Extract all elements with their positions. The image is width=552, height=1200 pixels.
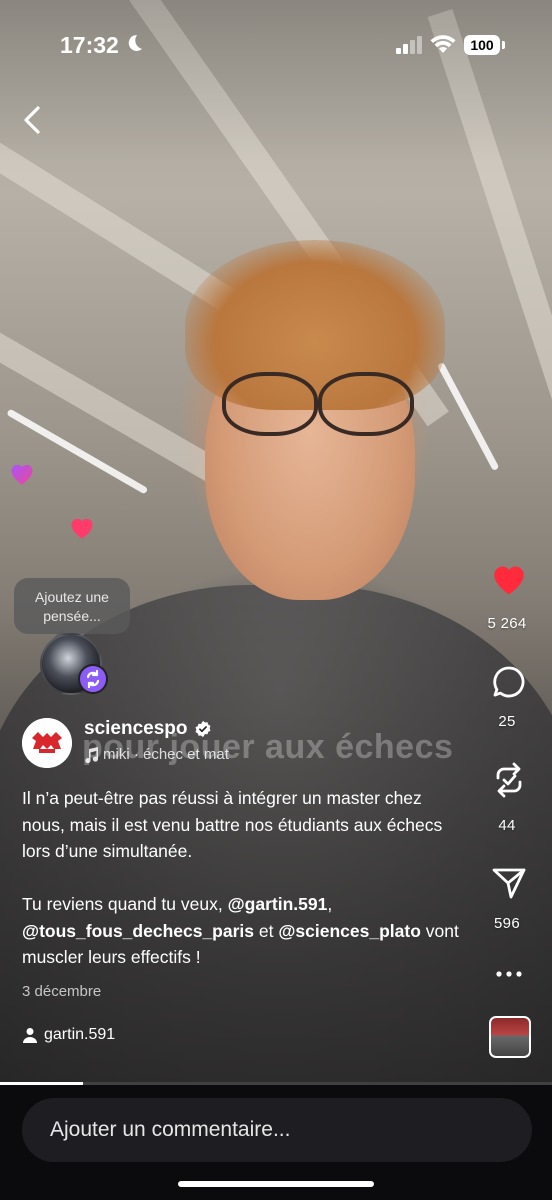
more-icon — [496, 971, 522, 977]
verified-badge-icon — [195, 720, 211, 738]
sciencespo-logo — [22, 718, 72, 768]
account-name[interactable]: sciencespo — [84, 718, 188, 740]
repost-button[interactable]: 44 — [462, 760, 552, 834]
share-button[interactable]: 596 — [462, 866, 552, 932]
repost-icon — [496, 762, 522, 798]
comment-count: 25 — [498, 713, 516, 730]
remix-badge[interactable] — [78, 664, 108, 694]
like-count: 5 264 — [487, 615, 527, 632]
mention-link[interactable]: @tous_fous_dechecs_paris — [22, 921, 254, 941]
caption-paragraph-2: Tu reviens quand tu veux, @gartin.591, @… — [22, 891, 462, 971]
like-button[interactable]: 5 264 — [462, 560, 552, 632]
thought-bubble[interactable]: Ajoutez une pensée... — [14, 578, 130, 634]
status-time: 17:32 — [60, 32, 119, 58]
account-avatar[interactable] — [22, 718, 72, 768]
thought-text-line2: pensée... — [43, 608, 101, 624]
heart-icon — [494, 566, 524, 595]
wifi-icon — [430, 34, 456, 54]
post-date: 3 décembre — [22, 983, 102, 1000]
caption-paragraph-1: Il n’a peut-être pas réussi à intégrer u… — [22, 788, 443, 861]
thought-text-line1: Ajoutez une — [35, 589, 109, 605]
caption-text: , — [327, 894, 333, 914]
cellular-signal-icon — [396, 36, 424, 54]
post-caption: Il n’a peut-être pas réussi à intégrer u… — [22, 785, 462, 997]
more-button[interactable] — [462, 964, 552, 989]
caption-text: et — [254, 920, 279, 941]
tagged-people[interactable]: gartin.591 — [22, 1026, 115, 1044]
back-button[interactable] — [18, 102, 48, 138]
comment-input[interactable] — [22, 1098, 532, 1162]
music-note-icon — [85, 746, 98, 763]
status-bar: 17:32 100 — [0, 0, 552, 90]
home-indicator — [178, 1181, 374, 1187]
chevron-left-icon — [24, 106, 40, 134]
battery-indicator: 100 — [464, 35, 500, 55]
battery-tip — [502, 41, 505, 49]
audio-row[interactable]: miki · échec et mat — [84, 746, 229, 763]
comment-button[interactable]: 25 — [462, 664, 552, 730]
floating-heart-icon — [11, 464, 33, 485]
repost-count: 44 — [498, 817, 516, 834]
comment-bar — [0, 1085, 552, 1200]
share-count: 596 — [494, 915, 520, 932]
floating-heart-icon — [71, 518, 93, 539]
mention-link[interactable]: @sciences_plato — [278, 921, 421, 941]
caption-text: Tu reviens quand tu veux, — [22, 894, 228, 914]
tagged-username: gartin.591 — [44, 1026, 116, 1043]
audio-thumbnail[interactable] — [489, 1016, 531, 1058]
comment-bubble-icon — [493, 666, 525, 698]
person-icon — [23, 1028, 37, 1043]
focus-moon-icon — [125, 33, 143, 59]
send-icon — [492, 868, 526, 899]
audio-title: miki · échec et mat — [103, 746, 229, 763]
mention-link[interactable]: @gartin.591 — [228, 894, 328, 914]
repost-icon — [86, 669, 100, 689]
